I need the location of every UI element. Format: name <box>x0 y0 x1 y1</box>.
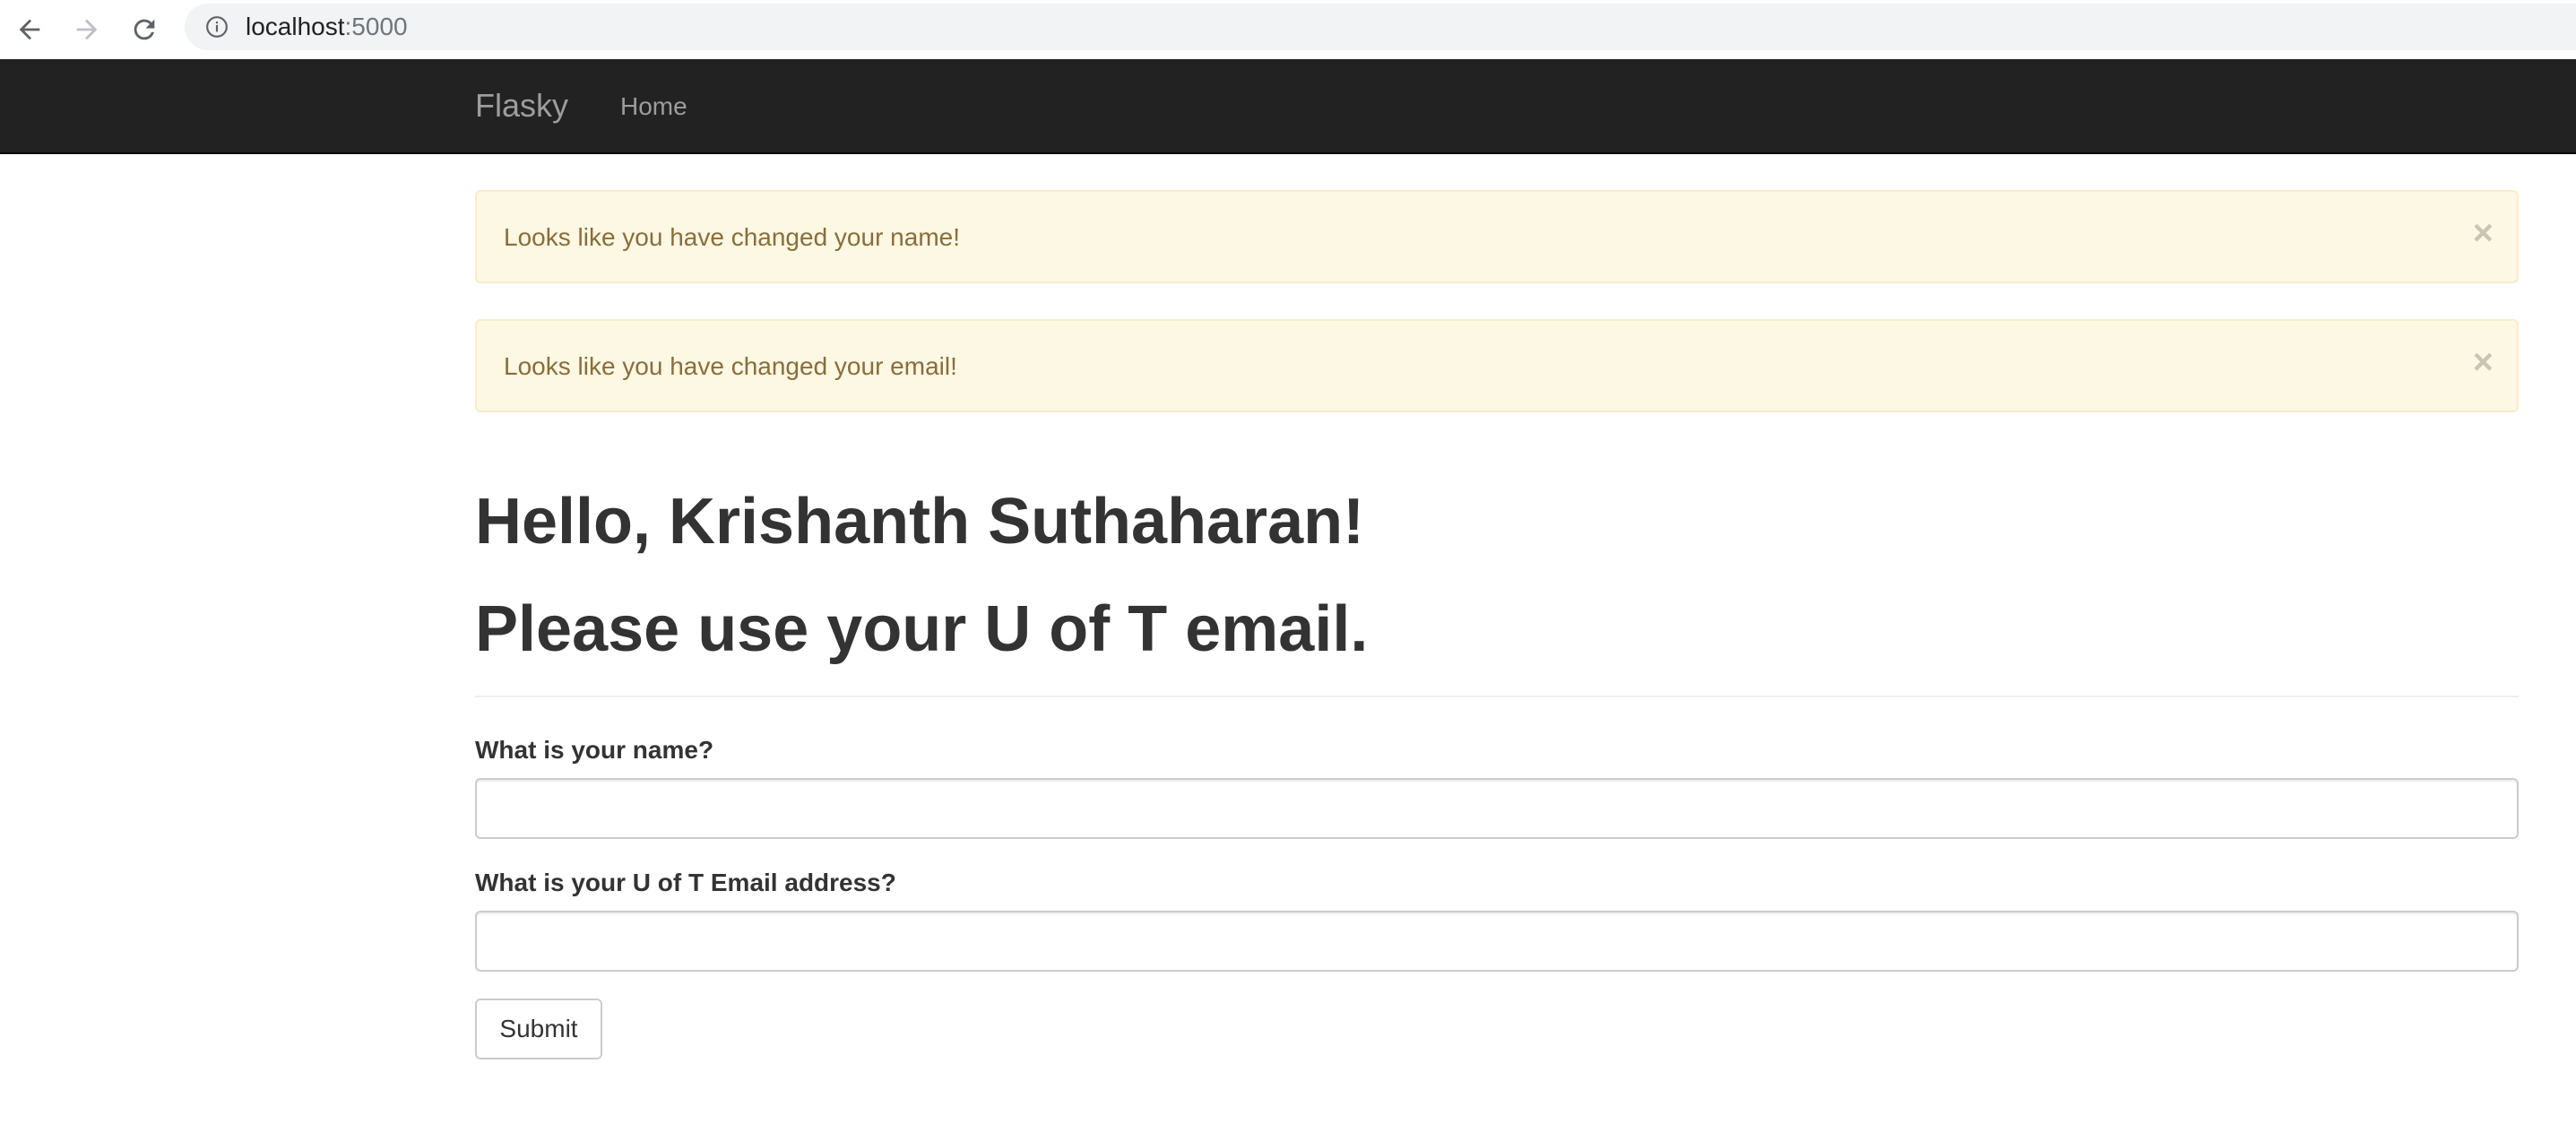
navbar: Flasky Home <box>0 59 2576 154</box>
nav-link-home[interactable]: Home <box>620 91 687 122</box>
submit-button[interactable]: Submit <box>475 999 602 1059</box>
forward-button[interactable] <box>66 9 108 50</box>
alert-email-changed: Looks like you have changed your email! … <box>475 319 2519 412</box>
name-input[interactable] <box>475 778 2519 839</box>
greeting-heading: Hello, Krishanth Suthaharan! <box>475 486 1365 558</box>
close-icon[interactable]: × <box>2473 344 2494 380</box>
name-label: What is your name? <box>475 736 714 764</box>
email-notice-heading: Please use your U of T email. <box>475 593 1369 665</box>
alert-message: Looks like you have changed your name! <box>504 223 960 251</box>
arrow-left-icon <box>19 19 40 40</box>
info-icon[interactable] <box>203 13 231 41</box>
reload-icon <box>134 19 155 40</box>
navbar-brand[interactable]: Flasky <box>475 86 568 125</box>
url-host: localhost <box>246 13 345 40</box>
arrow-right-icon <box>76 19 98 40</box>
close-icon[interactable]: × <box>2473 215 2494 251</box>
back-button[interactable] <box>9 9 50 50</box>
url-text: localhost:5000 <box>246 13 408 41</box>
email-input[interactable] <box>475 911 2519 972</box>
alert-name-changed: Looks like you have changed your name! × <box>475 190 2519 283</box>
reload-button[interactable] <box>124 9 165 50</box>
address-bar[interactable]: localhost:5000 <box>185 4 2576 50</box>
page-header: Hello, Krishanth Suthaharan! Please use … <box>475 475 2519 697</box>
email-label: What is your U of T Email address? <box>475 869 896 896</box>
browser-toolbar: localhost:5000 <box>0 0 2576 59</box>
alert-message: Looks like you have changed your email! <box>504 352 957 380</box>
url-port: :5000 <box>344 13 408 40</box>
